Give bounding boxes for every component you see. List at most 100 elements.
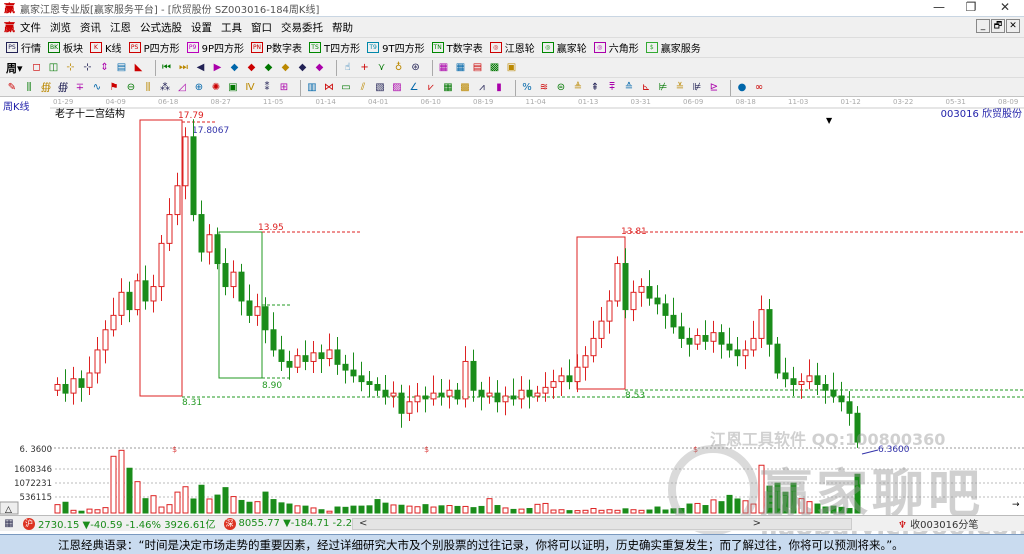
tool-icon[interactable]: ⊹: [65, 62, 77, 74]
tool-icon[interactable]: ∿: [91, 82, 103, 94]
menu-gann[interactable]: 江恩: [110, 20, 131, 35]
tool-icon[interactable]: ⊛: [410, 62, 422, 74]
tool-icon[interactable]: ☝: [342, 62, 354, 74]
tick-data-label[interactable]: ♆ 收003016分笔: [898, 516, 978, 531]
menu-browse[interactable]: 浏览: [50, 20, 71, 35]
tool-icon[interactable]: ◆: [297, 62, 309, 74]
tool-icon[interactable]: ◆: [229, 62, 241, 74]
toolbar-button-6[interactable]: TS T四方形: [309, 40, 360, 55]
tool-icon[interactable]: ◆: [263, 62, 275, 74]
tool-icon[interactable]: ⁑: [261, 82, 273, 94]
menu-trade[interactable]: 交易委托: [281, 20, 323, 35]
scroll-left-button[interactable]: <: [359, 519, 367, 529]
tool-icon[interactable]: ▩: [459, 82, 471, 94]
toolbar-button-10[interactable]: ◎ 赢家轮: [541, 40, 587, 55]
toolbar-button-12[interactable]: $ 赢家服务: [645, 40, 701, 55]
tool-icon[interactable]: %: [521, 82, 533, 94]
kline-chart[interactable]: 01-29 04-09 06-18 08-27 11-05 01-14 04-01 06-10…: [0, 96, 1024, 516]
close-button[interactable]: ✕: [988, 0, 1022, 17]
tool-icon[interactable]: ▦: [455, 62, 467, 74]
tool-icon[interactable]: ⊹: [82, 62, 94, 74]
period-dropdown[interactable]: 周▾: [6, 60, 23, 76]
menu-help[interactable]: 帮助: [332, 20, 353, 35]
tool-icon[interactable]: ◆: [314, 62, 326, 74]
tool-icon[interactable]: ≜: [572, 82, 584, 94]
tool-icon[interactable]: ◀: [195, 62, 207, 74]
tool-icon[interactable]: ⏮: [161, 62, 173, 74]
tool-icon[interactable]: +: [359, 62, 371, 74]
menu-window[interactable]: 窗口: [251, 20, 272, 35]
tool-icon[interactable]: ▣: [506, 62, 518, 74]
tool-icon[interactable]: ⊵: [708, 82, 720, 94]
mdi-close-button[interactable]: ✕: [1006, 19, 1020, 33]
tool-icon[interactable]: ♁: [393, 62, 405, 74]
tool-icon[interactable]: ⊭: [657, 82, 669, 94]
tool-icon[interactable]: ▥: [306, 82, 318, 94]
tool-icon[interactable]: ◆: [280, 62, 292, 74]
shanghai-index-text[interactable]: 2730.15 ▼-40.59 -1.46% 3926.61亿: [38, 516, 216, 531]
mdi-minimize-button[interactable]: _: [976, 19, 990, 33]
tool-icon[interactable]: ⋎: [376, 62, 388, 74]
tool-icon[interactable]: ▩: [489, 62, 501, 74]
tool-icon[interactable]: ▨: [391, 82, 403, 94]
menu-formula[interactable]: 公式选股: [140, 20, 182, 35]
tool-icon[interactable]: ∰: [57, 82, 69, 94]
toolbar-button-5[interactable]: PN P数字表: [251, 40, 302, 55]
toolbar-button-9[interactable]: ◎ 江恩轮: [489, 40, 535, 55]
tool-icon[interactable]: ▤: [472, 62, 484, 74]
tool-icon[interactable]: ▣: [227, 82, 239, 94]
tool-icon[interactable]: ⩘: [476, 82, 488, 94]
tool-icon[interactable]: ●: [736, 82, 748, 94]
tool-icon[interactable]: ∠: [408, 82, 420, 94]
tool-icon[interactable]: ⫽: [357, 82, 369, 94]
tool-icon[interactable]: ✺: [210, 82, 222, 94]
tool-icon[interactable]: ⏭: [178, 62, 190, 74]
tool-icon[interactable]: ∓: [74, 82, 86, 94]
horizontal-scrollbar[interactable]: < >: [352, 518, 852, 530]
menu-settings[interactable]: 设置: [191, 20, 212, 35]
tool-icon[interactable]: ◫: [48, 62, 60, 74]
tool-icon[interactable]: ⫼: [142, 82, 154, 94]
tool-icon[interactable]: ⊜: [555, 82, 567, 94]
menu-tools[interactable]: 工具: [221, 20, 242, 35]
toolbar-button-7[interactable]: T9 9T四方形: [367, 40, 425, 55]
mdi-restore-button[interactable]: 🗗: [991, 19, 1005, 33]
toolbar-button-3[interactable]: PS P四方形: [128, 40, 180, 55]
tool-icon[interactable]: ✎: [6, 82, 18, 94]
tool-icon[interactable]: ⫼: [23, 82, 35, 94]
tool-icon[interactable]: ▦: [442, 82, 454, 94]
tool-icon[interactable]: ≚: [674, 82, 686, 94]
tool-icon[interactable]: ⋈: [323, 82, 335, 94]
tool-icon[interactable]: Ⅳ: [244, 82, 256, 94]
scroll-right-button[interactable]: >: [753, 519, 761, 529]
toolbar-button-0[interactable]: PS 行情: [6, 40, 41, 55]
toolbar-button-11[interactable]: ◎ 六角形: [593, 40, 639, 55]
tool-icon[interactable]: ⊯: [691, 82, 703, 94]
tool-icon[interactable]: ≋: [538, 82, 550, 94]
toolbar-button-4[interactable]: P9 9P四方形: [186, 40, 244, 55]
tool-icon[interactable]: ⊕: [193, 82, 205, 94]
tool-icon[interactable]: ◿: [176, 82, 188, 94]
minimize-button[interactable]: —: [922, 0, 956, 17]
calculator-icon[interactable]: ▦: [3, 518, 15, 530]
tool-icon[interactable]: ⩗: [425, 82, 437, 94]
toolbar-button-1[interactable]: BK 板块: [48, 40, 83, 55]
tool-icon[interactable]: ▤: [116, 62, 128, 74]
tool-icon[interactable]: ⩱: [606, 82, 618, 94]
tool-icon[interactable]: ⇞: [589, 82, 601, 94]
tool-icon[interactable]: ◣: [133, 62, 145, 74]
tool-icon[interactable]: ▭: [340, 82, 352, 94]
tool-icon[interactable]: ▦: [438, 62, 450, 74]
tool-icon[interactable]: ▮: [493, 82, 505, 94]
tool-icon[interactable]: ∰: [40, 82, 52, 94]
tool-icon[interactable]: ⊞: [278, 82, 290, 94]
menu-info[interactable]: 资讯: [80, 20, 101, 35]
tool-icon[interactable]: ∞: [753, 82, 765, 94]
menu-file[interactable]: 文件: [20, 20, 41, 35]
tool-icon[interactable]: ⁂: [159, 82, 171, 94]
tool-icon[interactable]: ⇕: [99, 62, 111, 74]
toolbar-button-2[interactable]: K K线: [90, 40, 122, 55]
restore-button[interactable]: ❐: [954, 0, 988, 17]
tool-icon[interactable]: ◻: [31, 62, 43, 74]
tool-icon[interactable]: ◆: [246, 62, 258, 74]
